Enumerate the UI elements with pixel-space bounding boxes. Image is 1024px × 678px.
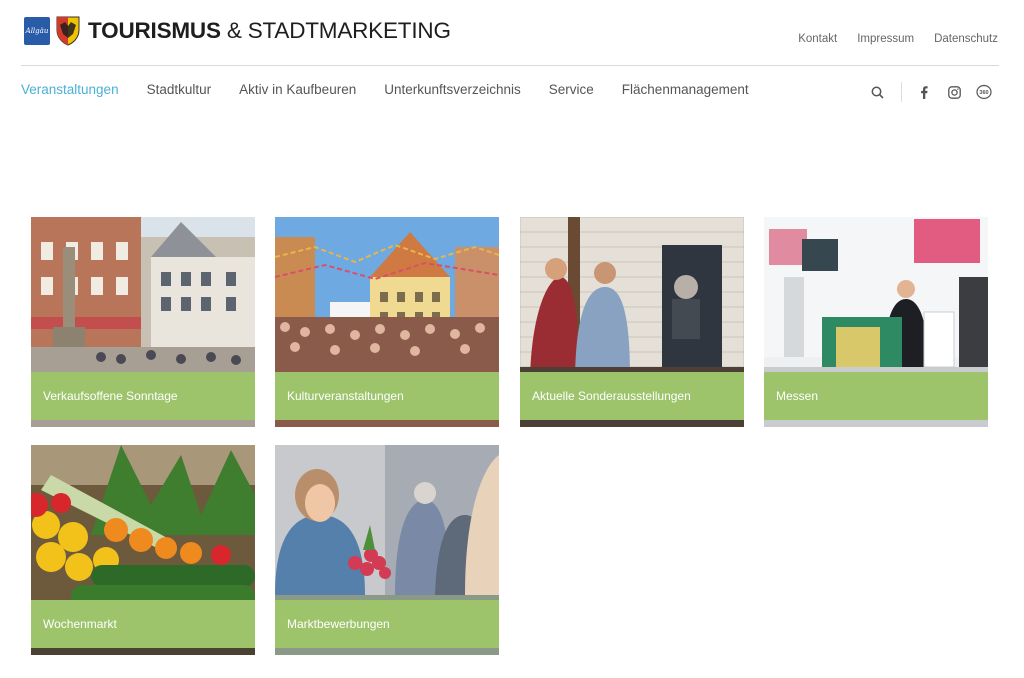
allgaeu-logo: Allgäu (24, 17, 50, 45)
tile-label: Messen (764, 372, 988, 420)
nav-item-stadtkultur[interactable]: Stadtkultur (147, 82, 212, 97)
site-header: Allgäu TOURISMUS & STADTMARKETING Kontak… (0, 0, 1024, 66)
tile-label: Kulturveranstaltungen (275, 372, 499, 420)
tile-sonderausstellungen[interactable]: Aktuelle Sonderausstellungen (520, 217, 744, 427)
city-crest-icon (56, 16, 80, 46)
logo[interactable]: Allgäu TOURISMUS & STADTMARKETING (24, 16, 451, 46)
tile-label: Marktbewerbungen (275, 600, 499, 648)
nav-item-unterkunft[interactable]: Unterkunftsverzeichnis (384, 82, 521, 97)
nav-item-veranstaltungen[interactable]: Veranstaltungen (21, 82, 119, 97)
header-divider (21, 65, 999, 66)
top-link-kontakt[interactable]: Kontakt (798, 33, 837, 45)
brand-title: TOURISMUS & STADTMARKETING (88, 18, 451, 43)
nav-icons: 360 (869, 82, 992, 102)
top-links: Kontakt Impressum Datenschutz (798, 33, 998, 45)
nav-item-flaechenmanagement[interactable]: Flächenmanagement (622, 82, 749, 97)
instagram-icon[interactable] (946, 84, 962, 100)
nav-item-service[interactable]: Service (549, 82, 594, 97)
top-link-datenschutz[interactable]: Datenschutz (934, 33, 998, 45)
search-icon[interactable] (869, 84, 885, 100)
svg-text:360: 360 (979, 90, 988, 96)
top-link-impressum[interactable]: Impressum (857, 33, 914, 45)
tile-label: Wochenmarkt (31, 600, 255, 648)
nav-item-aktiv[interactable]: Aktiv in Kaufbeuren (239, 82, 356, 97)
tile-verkaufsoffene-sonntage[interactable]: Verkaufsoffene Sonntage (31, 217, 255, 427)
tile-label: Verkaufsoffene Sonntage (31, 372, 255, 420)
tile-marktbewerbungen[interactable]: Marktbewerbungen (275, 445, 499, 655)
tile-messen[interactable]: Messen (764, 217, 988, 427)
tile-kulturveranstaltungen[interactable]: Kulturveranstaltungen (275, 217, 499, 427)
facebook-icon[interactable] (916, 84, 932, 100)
icon-separator (901, 82, 902, 102)
tile-label: Aktuelle Sonderausstellungen (520, 372, 744, 420)
360-icon[interactable]: 360 (976, 84, 992, 100)
main-nav: Veranstaltungen Stadtkultur Aktiv in Kau… (21, 82, 777, 97)
tile-wochenmarkt[interactable]: Wochenmarkt (31, 445, 255, 655)
